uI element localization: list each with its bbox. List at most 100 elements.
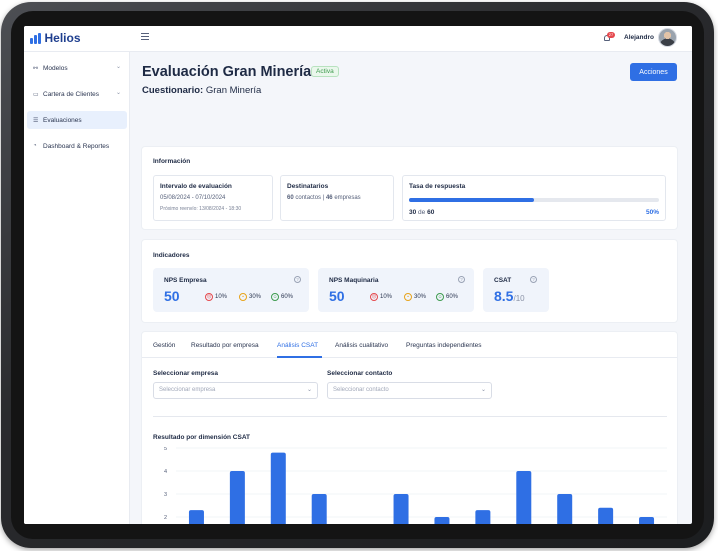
- sidebar-item-evaluaciones[interactable]: ☰ Evaluaciones: [27, 111, 127, 129]
- response-rate-title: Tasa de respuesta: [409, 183, 466, 190]
- contacts-label: contactos: [295, 195, 322, 201]
- companies-label: empresas: [334, 195, 361, 201]
- response-percent: 50%: [645, 209, 659, 216]
- chart-bar[interactable]: [229, 471, 245, 524]
- positive-value: 60%: [446, 294, 459, 300]
- tab-preguntas-independientes[interactable]: Preguntas independientes: [406, 342, 482, 349]
- nps-empresa-value: 50: [164, 288, 180, 304]
- company-select-label: Seleccionar empresa: [153, 370, 219, 377]
- tab-analisis-cualitativo[interactable]: Análisis cualitativo: [335, 342, 388, 349]
- nps-maquinaria-kpi: NPS Maquinaria ? 50 ☹ 10% • 30% ☺ 60%: [318, 268, 474, 312]
- negative-share: ☹ 10%: [205, 293, 227, 301]
- separator: |: [322, 195, 325, 201]
- help-icon[interactable]: ?: [530, 276, 537, 283]
- user-name[interactable]: Alejandro: [624, 34, 654, 41]
- active-tab-indicator: [277, 356, 322, 358]
- next-send: Próximo reenvío: 13/08/2024 - 18:30: [160, 206, 242, 212]
- chart-bar[interactable]: [475, 510, 491, 524]
- list-icon: ☰: [33, 117, 39, 124]
- page-subtitle: Cuestionario: Gran Minería: [142, 85, 261, 96]
- y-tick-label: 3: [164, 492, 167, 498]
- neutral-share: • 30%: [239, 293, 261, 301]
- logo-bars-icon: [30, 32, 41, 44]
- y-tick-label: 5: [164, 447, 167, 452]
- hamburger-menu-icon[interactable]: [141, 33, 149, 41]
- positive-share: ☺ 60%: [271, 293, 293, 301]
- csat-scale: /10: [513, 294, 525, 303]
- chart-bar[interactable]: [270, 452, 286, 524]
- neutral-share: • 30%: [404, 293, 426, 301]
- csat-score: 8.5: [494, 288, 514, 304]
- section-divider: [153, 416, 667, 417]
- share-nodes-icon: ⚯: [33, 65, 39, 72]
- sidebar-item-modelos[interactable]: ⚯ Modelos ⌄: [27, 59, 127, 77]
- chart-pie-icon: ◔: [33, 143, 37, 149]
- contacts-count: 60: [287, 195, 294, 201]
- neutral-value: 30%: [414, 294, 427, 300]
- sidebar-item-cartera-de-clientes[interactable]: ▭ Cartera de Clientes ⌄: [27, 85, 127, 103]
- app-logo[interactable]: Helios: [30, 31, 81, 45]
- company-select[interactable]: Seleccionar empresa ⌄: [153, 382, 318, 399]
- chart-bar[interactable]: [311, 494, 327, 524]
- notification-badge: 27: [607, 32, 615, 38]
- neutral-face-icon: •: [404, 293, 412, 301]
- answered-count: 30: [409, 209, 417, 216]
- actions-button[interactable]: Acciones: [630, 63, 677, 81]
- csat-bar-chart: 12345: [164, 447, 667, 524]
- info-card: Información Intervalo de evaluación 05/0…: [141, 146, 678, 230]
- response-progress-fill: [409, 198, 534, 202]
- sidebar-item-label: Modelos: [43, 64, 68, 72]
- info-card-title: Información: [153, 158, 191, 165]
- main-content: Evaluación Gran Minería Activa Cuestiona…: [130, 52, 692, 524]
- tab-analisis-csat[interactable]: Análisis CSAT: [277, 342, 318, 349]
- help-icon[interactable]: ?: [458, 276, 465, 283]
- sidebar-item-label: Evaluaciones: [43, 116, 82, 124]
- tab-resultado-por-empresa[interactable]: Resultado por empresa: [191, 342, 259, 349]
- chevron-down-icon: ⌄: [480, 387, 486, 393]
- nps-empresa-kpi: NPS Empresa ? 50 ☹ 10% • 30% ☺ 60%: [153, 268, 309, 312]
- top-bar: Helios 27 Alejandro: [24, 26, 692, 52]
- nps-maquinaria-title: NPS Maquinaria: [329, 277, 379, 284]
- negative-value: 10%: [215, 294, 228, 300]
- chart-bar[interactable]: [516, 471, 532, 524]
- chart-title: Resultado por dimensión CSAT: [153, 434, 251, 441]
- negative-value: 10%: [380, 294, 393, 300]
- nps-maquinaria-value: 50: [329, 288, 345, 304]
- nps-empresa-title: NPS Empresa: [164, 277, 207, 284]
- app-name: Helios: [44, 31, 81, 45]
- chevron-down-icon: ⌄: [115, 90, 121, 96]
- chart-bar[interactable]: [434, 517, 450, 524]
- notifications-bell-icon[interactable]: 27: [603, 32, 615, 44]
- sad-face-icon: ☹: [205, 293, 213, 301]
- sidebar: ⚯ Modelos ⌄ ▭ Cartera de Clientes ⌄ ☰ Ev…: [24, 52, 130, 524]
- chart-bar[interactable]: [639, 517, 655, 524]
- contact-select[interactable]: Seleccionar contacto ⌄: [327, 382, 492, 399]
- response-progress-track: [409, 198, 659, 202]
- recipients-box: Destinatarios 60 contactos | 46 empresas: [280, 175, 394, 221]
- sidebar-item-label: Dashboard & Reportes: [43, 142, 110, 150]
- sad-face-icon: ☹: [370, 293, 378, 301]
- chevron-down-icon: ⌄: [306, 387, 312, 393]
- negative-share: ☹ 10%: [370, 293, 392, 301]
- y-tick-label: 4: [164, 469, 167, 475]
- chart-bar[interactable]: [557, 494, 573, 524]
- response-rate-box: Tasa de respuesta 30 de 60 50%: [402, 175, 666, 221]
- sidebar-item-label: Cartera de Clientes: [43, 90, 99, 98]
- indicators-card: Indicadores NPS Empresa ? 50 ☹ 10% • 30%…: [141, 239, 678, 323]
- interval-range: 05/08/2024 - 07/10/2024: [160, 195, 226, 201]
- positive-value: 60%: [281, 294, 294, 300]
- chart-bar[interactable]: [188, 510, 204, 524]
- help-icon[interactable]: ?: [294, 276, 301, 283]
- tab-gestion[interactable]: Gestión: [153, 342, 175, 349]
- of-label: de: [418, 209, 426, 216]
- sidebar-item-dashboard-reportes[interactable]: ◔ Dashboard & Reportes: [27, 137, 127, 155]
- csat-kpi: CSAT ? 8.5/10: [483, 268, 549, 312]
- user-avatar[interactable]: [658, 28, 677, 47]
- chevron-down-icon: ⌄: [115, 64, 121, 70]
- page-title: Evaluación Gran Minería: [142, 64, 312, 80]
- recipients-title: Destinatarios: [287, 183, 329, 190]
- chart-bar[interactable]: [393, 494, 409, 524]
- chart-bar[interactable]: [598, 507, 614, 524]
- response-count: 30 de 60: [409, 209, 434, 216]
- neutral-face-icon: •: [239, 293, 247, 301]
